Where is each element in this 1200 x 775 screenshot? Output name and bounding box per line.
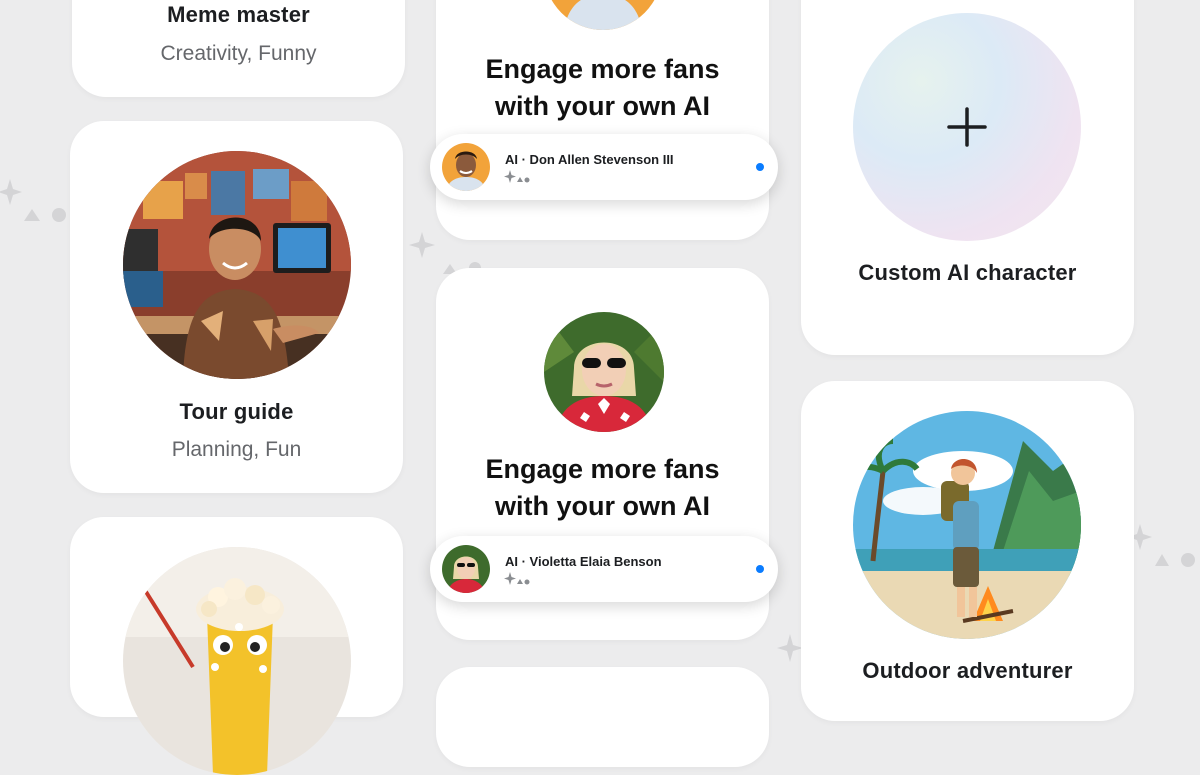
card-title: Custom AI character bbox=[858, 260, 1077, 285]
don-allen-avatar bbox=[544, 0, 662, 30]
ai-sparkle-icon bbox=[504, 170, 530, 183]
card-subtitle: Creativity, Funny bbox=[160, 42, 317, 65]
tour-guide-avatar bbox=[123, 151, 351, 379]
promo-card-top[interactable]: Engage more fans with your own AI bbox=[436, 0, 769, 240]
online-status-dot bbox=[756, 163, 764, 171]
card-subtitle: Planning, Fun bbox=[171, 438, 302, 461]
outdoor-adventurer-avatar bbox=[853, 411, 1081, 639]
promo-headline-line2: with your own AI bbox=[495, 91, 710, 121]
card-title: Tour guide bbox=[179, 399, 294, 424]
character-card-outdoor-adventurer[interactable]: Outdoor adventurer bbox=[801, 381, 1134, 721]
popcorn-character-avatar bbox=[123, 547, 351, 775]
promo-card-bottom[interactable] bbox=[436, 667, 769, 767]
character-card-custom-ai[interactable]: Custom AI character bbox=[801, 0, 1134, 355]
promo-headline: Engage more fans with your own AI bbox=[436, 51, 769, 125]
custom-ai-gradient-circle bbox=[853, 13, 1081, 241]
character-card-meme-master[interactable]: Meme master Creativity, Funny bbox=[72, 0, 405, 97]
ai-profile-name: AI · Violetta Elaia Benson bbox=[505, 554, 662, 569]
promo-headline-line2: with your own AI bbox=[495, 491, 710, 521]
ai-profile-chip-don-allen[interactable]: AI · Don Allen Stevenson III bbox=[430, 134, 778, 200]
promo-headline-line1: Engage more fans bbox=[485, 454, 720, 484]
card-title: Outdoor adventurer bbox=[862, 658, 1073, 683]
character-card-popcorn[interactable] bbox=[70, 517, 403, 775]
promo-headline: Engage more fans with your own AI bbox=[436, 451, 769, 525]
sparkle-decoration-left bbox=[0, 179, 66, 222]
card-title: Meme master bbox=[167, 2, 310, 27]
violetta-avatar bbox=[544, 312, 664, 432]
character-card-tour-guide[interactable]: Tour guide Planning, Fun bbox=[70, 121, 403, 493]
ai-sparkle-icon bbox=[504, 572, 530, 585]
violetta-mini-avatar bbox=[442, 545, 490, 593]
online-status-dot bbox=[756, 565, 764, 573]
ai-profile-name: AI · Don Allen Stevenson III bbox=[505, 152, 674, 167]
ai-profile-chip-violetta[interactable]: AI · Violetta Elaia Benson bbox=[430, 536, 778, 602]
plus-icon[interactable] bbox=[853, 13, 1081, 241]
don-allen-mini-avatar bbox=[442, 143, 490, 191]
promo-headline-line1: Engage more fans bbox=[485, 54, 720, 84]
sparkle-decoration-right bbox=[1128, 524, 1195, 567]
